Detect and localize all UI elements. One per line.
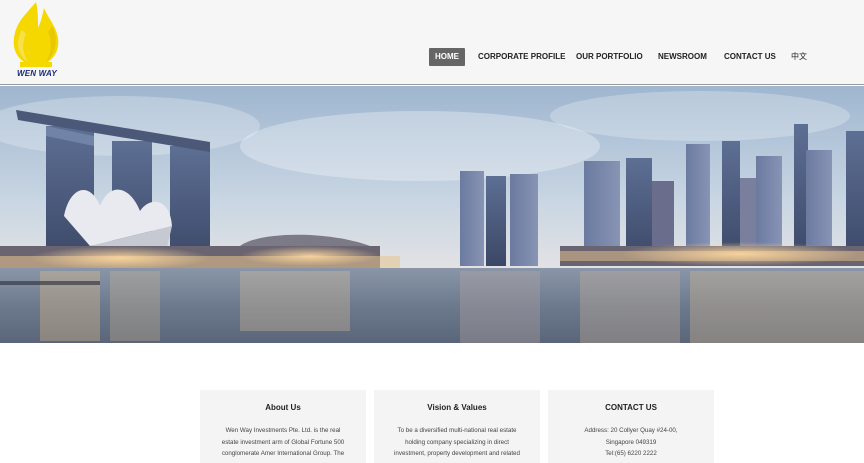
nav-contact-us[interactable]: CONTACT US (724, 48, 776, 66)
brand-name: WEN WAY (17, 69, 57, 78)
site-header: WEN WAY HOME CORPORATE PROFILE OUR PORTF… (0, 0, 864, 85)
nav-corporate-profile[interactable]: CORPORATE PROFILE (478, 48, 565, 66)
card-line: Wen Way Investments Pte. Ltd. is the rea… (225, 427, 341, 434)
card-text: Wen Way Investments Pte. Ltd. is the rea… (200, 425, 366, 460)
card-title: CONTACT US (605, 403, 657, 412)
nav-chinese[interactable]: 中文 (791, 48, 807, 66)
about-us-card: About Us Wen Way Investments Pte. Ltd. i… (200, 390, 366, 463)
logo-link[interactable] (8, 0, 64, 80)
card-title: Vision & Values (427, 403, 487, 412)
card-line: investment, property development and rel… (394, 450, 520, 457)
nav-home[interactable]: HOME (429, 48, 465, 66)
card-text: To be a diversified multi-national real … (374, 425, 540, 460)
card-line: holding company specializing in direct (405, 438, 509, 446)
card-title: About Us (265, 403, 301, 412)
card-line: estate investment arm of Global Fortune … (221, 438, 345, 446)
nav-newsroom[interactable]: NEWSROOM (658, 48, 707, 66)
main-nav: HOME CORPORATE PROFILE OUR PORTFOLIO NEW… (0, 48, 864, 66)
card-line: conglomerate Amer International Group. T… (221, 450, 345, 457)
vision-values-card: Vision & Values To be a diversified mult… (374, 390, 540, 463)
nav-our-portfolio[interactable]: OUR PORTFOLIO (576, 48, 643, 66)
singapore-skyline-illustration (0, 86, 864, 343)
card-line: Singapore 049319 (605, 438, 657, 446)
card-line: Address: 20 Collyer Quay #24-00, (584, 427, 678, 434)
card-line: To be a diversified multi-national real … (397, 427, 517, 434)
contact-us-card: CONTACT US Address: 20 Collyer Quay #24-… (548, 390, 714, 463)
info-cards: About Us Wen Way Investments Pte. Ltd. i… (0, 390, 864, 463)
hero-skyline-image (0, 86, 864, 343)
card-line: Tel:(65) 6220 2222 (605, 450, 657, 457)
card-text: Address: 20 Collyer Quay #24-00, Singapo… (548, 425, 714, 460)
